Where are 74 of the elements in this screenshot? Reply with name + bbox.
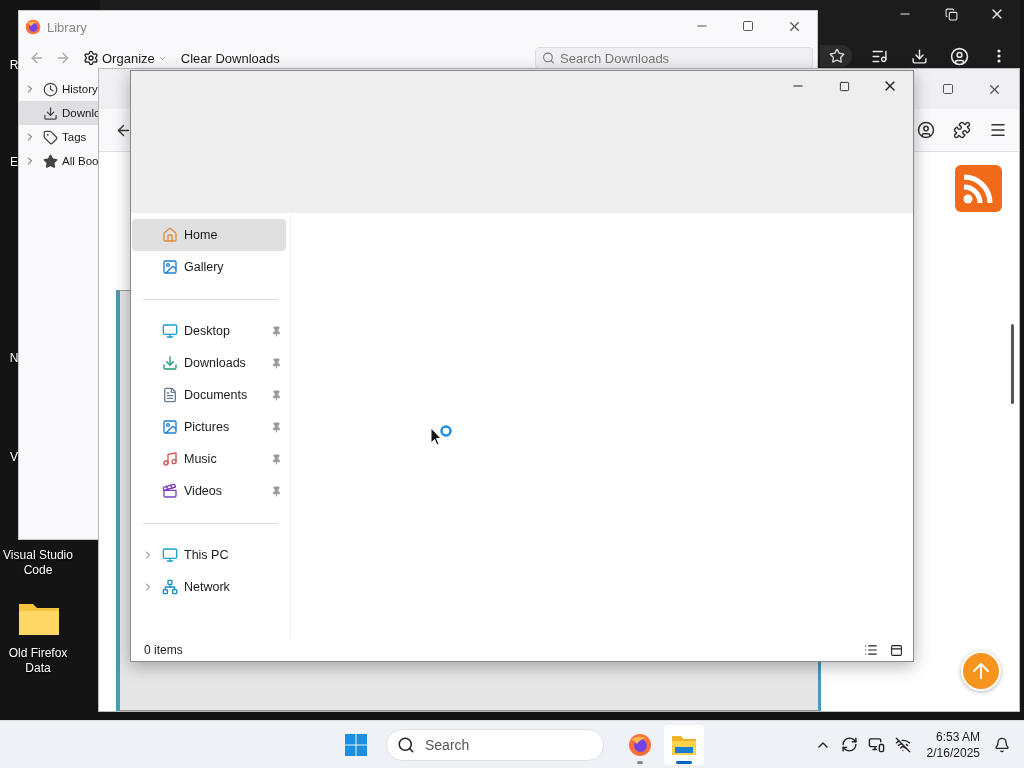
search-field[interactable]: Search Downloads (535, 47, 813, 69)
search-icon (397, 735, 415, 754)
date-text: 2/16/2025 (926, 744, 980, 761)
desktop-icon-label: N (8, 351, 20, 366)
taskbar-app[interactable] (664, 724, 704, 765)
search-icon (542, 51, 555, 65)
star-icon (42, 153, 58, 169)
download-icon (162, 355, 178, 371)
clock[interactable]: 6:53 AM 2/16/2025 (926, 728, 980, 761)
tag-icon (42, 129, 58, 145)
sidebar-item[interactable]: All Boo (19, 149, 99, 173)
sidebar-item[interactable]: History (19, 77, 99, 101)
puzzle-icon (953, 121, 971, 139)
window-title: Library (47, 19, 88, 35)
maximize-icon (742, 20, 754, 32)
nav-item[interactable]: Gallery (132, 251, 286, 283)
network-icon (162, 579, 178, 595)
restore-icon (944, 7, 958, 21)
firefox-logo-icon (628, 732, 652, 757)
download-icon (42, 105, 58, 121)
item-count: 0 items (144, 643, 184, 657)
maximize-icon (942, 83, 954, 95)
nav-item[interactable]: Videos (132, 475, 286, 507)
desktop-icon (162, 323, 178, 339)
nav-item[interactable]: Desktop (132, 315, 286, 347)
organize-button[interactable]: Organize (79, 48, 171, 68)
clear-downloads-button[interactable]: Clear Downloads (176, 48, 284, 68)
download-icon (910, 47, 928, 65)
nav-item[interactable]: Network (132, 571, 286, 603)
sync-icon[interactable] (840, 736, 858, 753)
pictures-icon (162, 419, 178, 435)
desktop-icon-label: R (8, 58, 20, 73)
desktop-icon-label: Visual Studio Code (2, 548, 74, 578)
gallery-icon (162, 259, 178, 275)
monitor-icon[interactable] (867, 736, 885, 753)
gear-icon (83, 50, 99, 66)
star-icon[interactable] (829, 48, 845, 64)
computer-icon (162, 547, 178, 563)
home-icon (162, 227, 178, 243)
clock-icon (42, 81, 58, 97)
firefox-logo-icon (25, 19, 41, 35)
profile-icon (949, 46, 969, 66)
arrow-right-icon (55, 50, 71, 66)
more-icon (997, 49, 1001, 63)
document-icon (162, 387, 178, 403)
nav-item[interactable]: This PC (132, 539, 286, 571)
nav-item[interactable]: Home (132, 219, 286, 251)
nav-item[interactable]: Pictures (132, 411, 286, 443)
list-icon (864, 643, 878, 657)
music-icon (162, 451, 178, 467)
account-button[interactable] (915, 119, 937, 141)
desktop-icon-label: V (9, 450, 19, 465)
desktop-icon-label: E (9, 155, 19, 170)
scrollbar-thumb[interactable] (1011, 324, 1014, 404)
account-icon (917, 121, 935, 139)
folder-icon (671, 733, 697, 756)
video-icon (162, 483, 178, 499)
panel-icon (890, 643, 903, 657)
address-bar[interactable] (820, 45, 852, 67)
maximize-icon (838, 80, 850, 92)
nav-item[interactable]: Music (132, 443, 286, 475)
wifi-off-icon[interactable] (894, 736, 911, 753)
busy-cursor-icon (429, 425, 455, 447)
windows-logo-icon (344, 732, 368, 757)
rss-icon[interactable] (955, 165, 1002, 212)
desktop-icon-label: Old Firefox Data (7, 646, 69, 676)
time-text: 6:53 AM (935, 728, 980, 745)
sidebar-item[interactable]: Tags (19, 125, 99, 149)
menu-icon (989, 121, 1007, 139)
extensions-button[interactable] (951, 119, 973, 141)
bell-icon[interactable] (994, 736, 1010, 753)
search-field[interactable]: Search (386, 728, 604, 761)
nav-item[interactable]: Documents (132, 379, 286, 411)
nav-item[interactable]: Downloads (132, 347, 286, 379)
